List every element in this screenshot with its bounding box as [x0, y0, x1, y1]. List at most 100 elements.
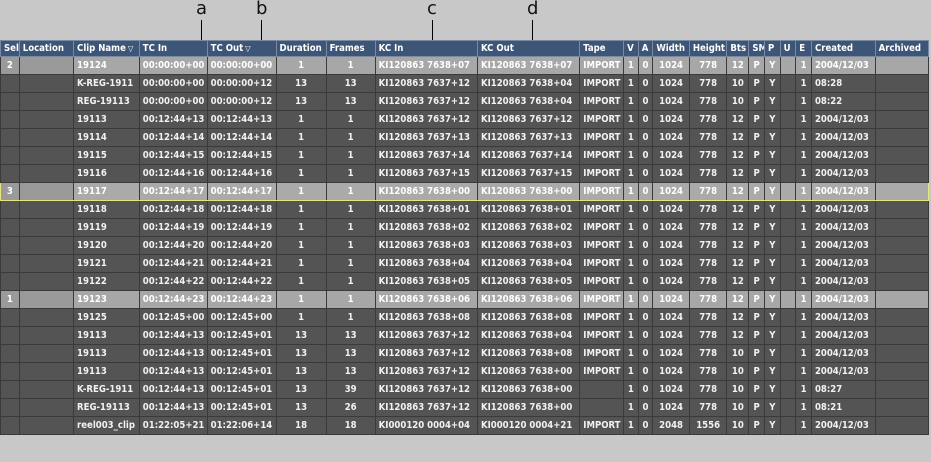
cell-a: 0 — [637, 74, 654, 93]
table-row[interactable]: REG-19113 00:00:00+00 00:00:00+12 13 13 KI120… — [0, 92, 930, 111]
table-row[interactable]: 19121 00:12:44+21 00:12:44+21 1 1 KI120863 76… — [0, 254, 930, 273]
cell-e: 1 — [795, 128, 812, 147]
column-header-height[interactable]: Height — [688, 40, 728, 57]
column-header-sel[interactable]: Sel — [0, 40, 20, 57]
column-header-sm[interactable]: SM — [748, 40, 765, 57]
cell-created: 2004/12/03 — [810, 146, 876, 165]
column-header-frames[interactable]: Frames — [325, 40, 376, 57]
cell-sm: P — [748, 416, 765, 435]
column-header-label: P — [767, 43, 775, 54]
column-header-label: E — [799, 43, 806, 54]
column-header-tc-in[interactable]: TC In — [138, 40, 208, 57]
table-row[interactable]: 19113 00:12:44+13 00:12:45+01 13 13 KI120863 … — [0, 344, 930, 363]
cell-frames: 1 — [325, 272, 376, 291]
cell-kc-in: KI120863 7637+13 — [374, 128, 478, 147]
table-row[interactable]: 19113 00:12:44+13 00:12:45+01 13 13 KI120863 … — [0, 362, 930, 381]
table-row[interactable]: 19119 00:12:44+19 00:12:44+19 1 1 KI120863 76… — [0, 218, 930, 237]
callout-a: a — [196, 0, 208, 19]
column-header-label: A — [641, 43, 649, 54]
cell-tape: IMPORT — [579, 164, 625, 183]
cell-kc-in: KI120863 7637+14 — [374, 146, 478, 165]
column-header-location[interactable]: Location — [18, 40, 75, 57]
column-header-tape[interactable]: Tape — [579, 40, 625, 57]
cell-kc-out: KI120863 7638+01 — [476, 200, 581, 219]
cell-bts: 12 — [726, 218, 750, 237]
cell-archived — [874, 344, 930, 363]
cell-p: Y — [763, 110, 781, 129]
table-row[interactable]: 19115 00:12:44+15 00:12:44+15 1 1 KI120863 76… — [0, 146, 930, 165]
cell-kc-in: KI120863 7637+12 — [374, 398, 478, 417]
table-row[interactable]: 19116 00:12:44+16 00:12:44+16 1 1 KI120863 76… — [0, 164, 930, 183]
cell-bts: 12 — [726, 128, 750, 147]
cell-location — [18, 74, 75, 93]
table-row[interactable]: reel003_clip 01:22:05+21 01:22:06+14 18 18 KI… — [0, 416, 930, 435]
cell-tc-in: 00:12:44+13 — [138, 326, 208, 345]
cell-height: 778 — [688, 164, 728, 183]
table-row[interactable]: 3 19117 00:12:44+17 00:12:44+17 1 1 KI120863 7… — [0, 182, 930, 201]
table-row[interactable]: 1 19123 00:12:44+23 00:12:44+23 1 1 KI120863 7… — [0, 290, 930, 309]
cell-u — [779, 236, 797, 255]
column-header-a[interactable]: A — [637, 40, 654, 57]
column-header-archived[interactable]: Archived — [874, 40, 930, 57]
cell-clip-name: REG-19113 — [73, 92, 140, 111]
cell-kc-out: KI120863 7638+03 — [476, 236, 581, 255]
cell-sm: P — [748, 164, 765, 183]
cell-tape: IMPORT — [579, 416, 625, 435]
cell-created: 2004/12/03 — [810, 236, 876, 255]
cell-archived — [874, 272, 930, 291]
cell-location — [18, 308, 75, 327]
column-header-clip-name[interactable]: Clip Name ▽ — [73, 40, 140, 57]
sort-arrow-icon[interactable]: ▽ — [128, 44, 134, 53]
cell-kc-in: KI120863 7637+12 — [374, 92, 478, 111]
column-header-width[interactable]: Width — [652, 40, 690, 57]
cell-kc-out: KI120863 7638+00 — [476, 380, 581, 399]
cell-archived — [874, 398, 930, 417]
cell-tape: IMPORT — [579, 182, 625, 201]
cell-tc-in: 00:12:44+17 — [138, 182, 208, 201]
cell-width: 1024 — [652, 218, 690, 237]
column-header-kc-in[interactable]: KC In — [374, 40, 478, 57]
cell-width: 1024 — [652, 74, 690, 93]
cell-tc-out: 00:12:45+01 — [206, 398, 277, 417]
column-header-duration[interactable]: Duration — [275, 40, 327, 57]
table-row[interactable]: 19120 00:12:44+20 00:12:44+20 1 1 KI120863 76… — [0, 236, 930, 255]
column-header-bts[interactable]: Bts — [726, 40, 750, 57]
column-header-p[interactable]: P — [763, 40, 781, 57]
cell-tc-out: 00:12:45+01 — [206, 380, 277, 399]
column-header-u[interactable]: U — [779, 40, 797, 57]
table-row[interactable]: 19122 00:12:44+22 00:12:44+22 1 1 KI120863 76… — [0, 272, 930, 291]
cell-sel — [0, 254, 20, 273]
table-row[interactable]: 19125 00:12:45+00 00:12:45+00 1 1 KI120863 76… — [0, 308, 930, 327]
cell-e: 1 — [795, 74, 812, 93]
column-header-tc-out[interactable]: TC Out ▽ — [206, 40, 277, 57]
cell-kc-out: KI120863 7638+04 — [476, 326, 581, 345]
table-row[interactable]: 19118 00:12:44+18 00:12:44+18 1 1 KI120863 76… — [0, 200, 930, 219]
cell-kc-in: KI000120 0004+04 — [374, 416, 478, 435]
sort-arrow-icon[interactable]: ▽ — [245, 44, 251, 53]
cell-duration: 1 — [275, 218, 327, 237]
cell-location — [18, 254, 75, 273]
cell-width: 1024 — [652, 110, 690, 129]
column-header-kc-out[interactable]: KC Out — [476, 40, 581, 57]
table-row[interactable]: K-REG-1911 00:12:44+13 00:12:45+01 13 39 KI12… — [0, 380, 930, 399]
cell-tc-out: 01:22:06+14 — [206, 416, 277, 435]
cell-u — [779, 74, 797, 93]
table-row[interactable]: 19113 00:12:44+13 00:12:45+01 13 13 KI120863 … — [0, 326, 930, 345]
column-header-created[interactable]: Created — [810, 40, 876, 57]
cell-duration: 13 — [275, 362, 327, 381]
cell-tape — [579, 398, 625, 417]
cell-duration: 13 — [275, 398, 327, 417]
cell-frames: 13 — [325, 362, 376, 381]
cell-kc-out: KI120863 7637+14 — [476, 146, 581, 165]
cell-a: 0 — [637, 344, 654, 363]
table-row[interactable]: REG-19113 00:12:44+13 00:12:45+01 13 26 KI120… — [0, 398, 930, 417]
cell-tape: IMPORT — [579, 236, 625, 255]
table-row[interactable]: 19114 00:12:44+14 00:12:44+14 1 1 KI120863 76… — [0, 128, 930, 147]
cell-u — [779, 272, 797, 291]
column-header-v[interactable]: V — [623, 40, 639, 57]
cell-sm: P — [748, 326, 765, 345]
table-row[interactable]: 19113 00:12:44+13 00:12:44+13 1 1 KI120863 76… — [0, 110, 930, 129]
table-row[interactable]: K-REG-1911 00:00:00+00 00:00:00+12 13 13 KI12… — [0, 74, 930, 93]
column-header-e[interactable]: E — [795, 40, 812, 57]
table-row[interactable]: 2 19124 00:00:00+00 00:00:00+00 1 1 KI120863 7… — [0, 56, 930, 75]
